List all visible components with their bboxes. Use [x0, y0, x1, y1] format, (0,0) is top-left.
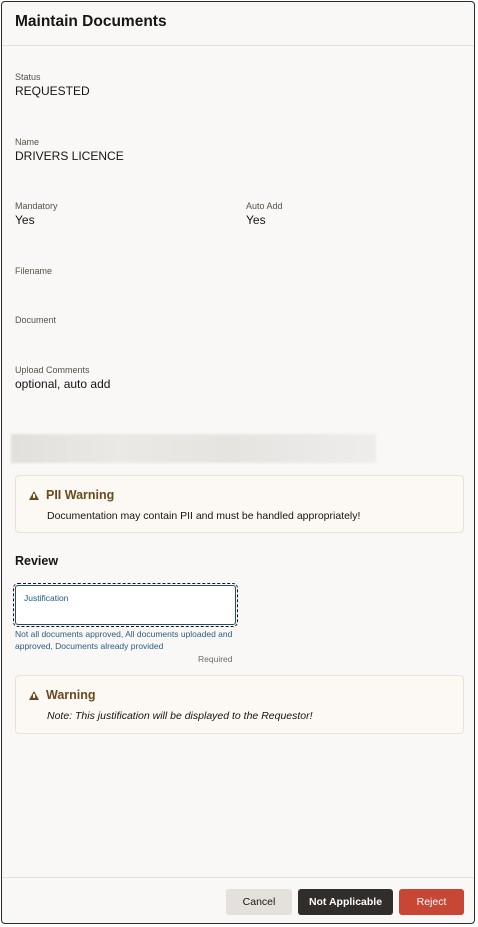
name-value: DRIVERS LICENCE	[15, 149, 124, 163]
cancel-button[interactable]: Cancel	[226, 889, 292, 915]
justification-help-text: Not all documents approved, All document…	[15, 629, 233, 651]
upload-comments-label: Upload Comments	[15, 365, 90, 375]
status-label: Status	[15, 72, 41, 82]
dialog-footer: Cancel Not Applicable Reject	[2, 877, 474, 923]
warning-title: Warning	[46, 688, 96, 702]
mandatory-value: Yes	[15, 213, 35, 227]
justification-warning-panel: Warning Note: This justification will be…	[15, 675, 464, 734]
blurred-content	[11, 434, 376, 463]
required-indicator: Required	[198, 654, 233, 664]
justification-label: Justification	[24, 593, 69, 603]
auto-add-label: Auto Add	[246, 201, 283, 211]
mandatory-label: Mandatory	[15, 201, 58, 211]
pii-warning-message: Documentation may contain PII and must b…	[47, 510, 361, 522]
warning-icon	[29, 691, 39, 700]
upload-comments-value: optional, auto add	[15, 377, 111, 391]
filename-label: Filename	[15, 266, 53, 276]
auto-add-value: Yes	[246, 213, 266, 227]
status-value: REQUESTED	[15, 84, 90, 98]
warning-icon	[29, 491, 39, 500]
review-section-title: Review	[15, 554, 59, 568]
document-label: Document	[15, 315, 57, 325]
name-label: Name	[15, 137, 40, 147]
dialog-header: Maintain Documents	[2, 2, 474, 46]
pii-warning-title: PII Warning	[46, 488, 115, 502]
dialog-title: Maintain Documents	[15, 13, 167, 30]
justification-field[interactable]: Justification	[13, 583, 238, 627]
maintain-documents-dialog: Maintain Documents Status REQUESTED Name…	[1, 1, 475, 924]
reject-button[interactable]: Reject	[399, 889, 464, 915]
warning-message: Note: This justification will be display…	[47, 710, 313, 722]
pii-warning-panel: PII Warning Documentation may contain PI…	[15, 475, 464, 533]
not-applicable-button[interactable]: Not Applicable	[298, 889, 393, 915]
